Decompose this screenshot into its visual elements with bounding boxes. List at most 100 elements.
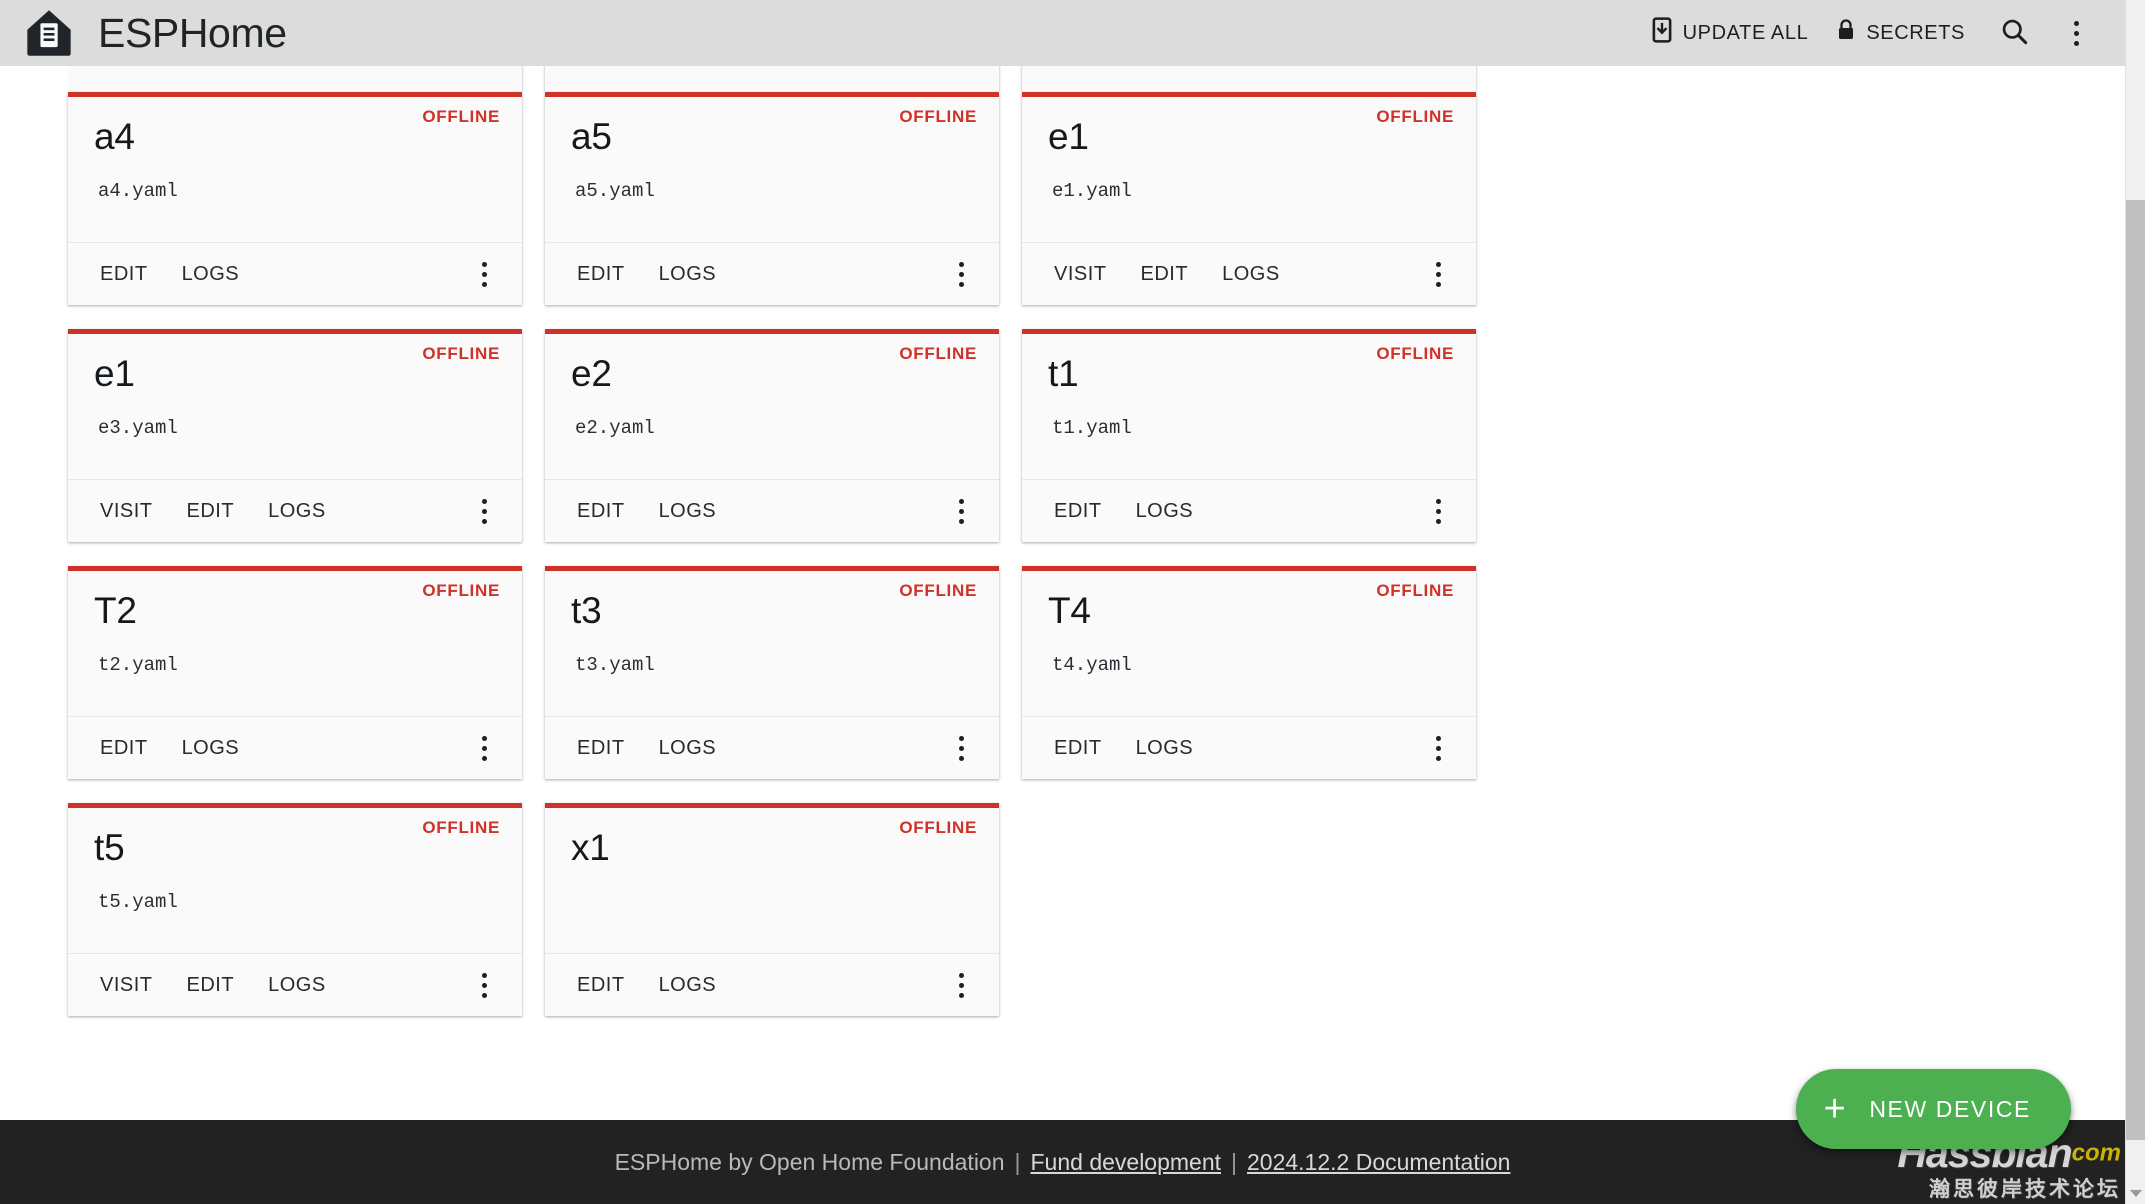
three-dots-vertical-icon (958, 498, 964, 524)
device-config-file: t3.yaml (575, 653, 655, 676)
device-card-body: OFFLINE a5 a5.yaml (545, 97, 999, 242)
device-config-file: t5.yaml (98, 890, 178, 913)
logs-button[interactable]: LOGS (1124, 729, 1206, 768)
device-overflow-menu-button[interactable] (941, 491, 981, 531)
device-card[interactable]: OFFLINE t1 t1.yaml EDIT LOGS (1022, 329, 1476, 542)
update-all-button[interactable]: UPDATE ALL (1637, 9, 1823, 57)
logs-button[interactable]: LOGS (170, 729, 252, 768)
visit-button[interactable]: VISIT (1042, 255, 1119, 294)
device-overflow-menu-button[interactable] (1418, 254, 1458, 294)
status-badge: OFFLINE (899, 581, 977, 600)
device-card[interactable]: OFFLINE e2 e2.yaml EDIT LOGS (545, 329, 999, 542)
footer-text: ESPHome by Open Home Foundation (614, 1148, 1005, 1175)
device-config-file: t1.yaml (1052, 416, 1132, 439)
logs-button[interactable]: LOGS (647, 255, 729, 294)
device-card[interactable]: OFFLINE T4 t4.yaml EDIT LOGS (1022, 566, 1476, 779)
status-badge: OFFLINE (422, 107, 500, 126)
edit-button[interactable]: EDIT (88, 255, 160, 294)
edit-button[interactable]: EDIT (565, 729, 637, 768)
edit-button[interactable]: EDIT (1129, 255, 1201, 294)
device-overflow-menu-button[interactable] (464, 491, 504, 531)
logs-button[interactable]: LOGS (1124, 492, 1206, 531)
device-card[interactable]: OFFLINE a4 a4.yaml EDIT LOGS (68, 92, 522, 305)
device-overflow-menu-button[interactable] (941, 728, 981, 768)
logs-button[interactable]: LOGS (647, 729, 729, 768)
device-overflow-menu-button[interactable] (1418, 491, 1458, 531)
device-card[interactable] (68, 66, 522, 92)
search-button[interactable] (1987, 6, 2041, 60)
device-overflow-menu-button[interactable] (1418, 728, 1458, 768)
fund-development-link[interactable]: Fund development (1031, 1149, 1222, 1176)
device-card-body: OFFLINE t3 t3.yaml (545, 571, 999, 716)
footer-separator-2: | (1231, 1148, 1237, 1175)
documentation-link[interactable]: 2024.12.2 Documentation (1247, 1149, 1510, 1176)
clipped-card-row (68, 66, 2057, 92)
device-card[interactable] (1022, 66, 1476, 92)
scrollbar-down-arrow-icon[interactable] (2126, 1182, 2145, 1204)
secrets-label: SECRETS (1866, 21, 1965, 44)
device-card-actions: EDIT LOGS (545, 242, 999, 305)
plus-icon: + (1823, 1088, 1848, 1130)
device-card[interactable]: OFFLINE t3 t3.yaml EDIT LOGS (545, 566, 999, 779)
logs-button[interactable]: LOGS (1210, 255, 1292, 294)
device-overflow-menu-button[interactable] (941, 965, 981, 1005)
device-overflow-menu-button[interactable] (464, 728, 504, 768)
device-card-body: OFFLINE e1 e1.yaml (1022, 97, 1476, 242)
device-card-actions: EDIT LOGS (545, 479, 999, 542)
esphome-dashboard: ESPHome UPDATE ALL SECRETS OFFLINE a4 a4… (0, 0, 2145, 1204)
status-badge: OFFLINE (899, 344, 977, 363)
device-config-file: e3.yaml (98, 416, 178, 439)
logs-button[interactable]: LOGS (647, 492, 729, 531)
edit-button[interactable]: EDIT (88, 729, 160, 768)
edit-button[interactable]: EDIT (565, 255, 637, 294)
device-overflow-menu-button[interactable] (941, 254, 981, 294)
scrollbar-thumb[interactable] (2126, 200, 2145, 1140)
device-card-actions: EDIT LOGS (68, 242, 522, 305)
header-overflow-menu-button[interactable] (2049, 6, 2103, 60)
three-dots-vertical-icon (481, 735, 487, 761)
device-grid-wrapper: OFFLINE a4 a4.yaml EDIT LOGS OFFLINE a5 a5.yaml… (0, 66, 2125, 1016)
edit-button[interactable]: EDIT (175, 966, 247, 1005)
device-card-body: OFFLINE a4 a4.yaml (68, 97, 522, 242)
device-card[interactable] (545, 66, 999, 92)
three-dots-vertical-icon (1435, 261, 1441, 287)
visit-button[interactable]: VISIT (88, 492, 165, 531)
device-config-file: e2.yaml (575, 416, 655, 439)
esphome-home-logo-icon (22, 6, 76, 60)
vertical-scrollbar[interactable] (2125, 0, 2145, 1204)
device-card-body: OFFLINE t1 t1.yaml (1022, 334, 1476, 479)
device-card-body: OFFLINE x1 (545, 808, 999, 953)
edit-button[interactable]: EDIT (175, 492, 247, 531)
edit-button[interactable]: EDIT (1042, 729, 1114, 768)
logs-button[interactable]: LOGS (256, 966, 338, 1005)
device-grid-scroll-area[interactable]: OFFLINE a4 a4.yaml EDIT LOGS OFFLINE a5 a5.yaml… (0, 66, 2125, 1204)
device-overflow-menu-button[interactable] (464, 254, 504, 294)
three-dots-vertical-icon (1435, 498, 1441, 524)
new-device-button[interactable]: + NEW DEVICE (1795, 1069, 2071, 1149)
device-card[interactable]: OFFLINE e1 e1.yaml VISIT EDIT LOGS (1022, 92, 1476, 305)
device-card-actions: VISIT EDIT LOGS (68, 953, 522, 1016)
visit-button[interactable]: VISIT (88, 966, 165, 1005)
device-card[interactable]: OFFLINE e1 e3.yaml VISIT EDIT LOGS (68, 329, 522, 542)
brand: ESPHome (0, 6, 287, 60)
secrets-button[interactable]: SECRETS (1822, 10, 1979, 56)
device-card-actions: VISIT EDIT LOGS (68, 479, 522, 542)
device-card[interactable]: OFFLINE a5 a5.yaml EDIT LOGS (545, 92, 999, 305)
status-badge: OFFLINE (1376, 344, 1454, 363)
device-card-body: OFFLINE T4 t4.yaml (1022, 571, 1476, 716)
device-card[interactable]: OFFLINE x1 EDIT LOGS (545, 803, 999, 1016)
logs-button[interactable]: LOGS (647, 966, 729, 1005)
device-grid: OFFLINE a4 a4.yaml EDIT LOGS OFFLINE a5 a5.yaml… (68, 92, 2057, 1016)
status-badge: OFFLINE (422, 818, 500, 837)
logs-button[interactable]: LOGS (170, 255, 252, 294)
three-dots-vertical-icon (1435, 735, 1441, 761)
device-config-file: e1.yaml (1052, 179, 1132, 202)
device-card-body: OFFLINE e2 e2.yaml (545, 334, 999, 479)
edit-button[interactable]: EDIT (565, 966, 637, 1005)
device-overflow-menu-button[interactable] (464, 965, 504, 1005)
device-card[interactable]: OFFLINE t5 t5.yaml VISIT EDIT LOGS (68, 803, 522, 1016)
device-card[interactable]: OFFLINE T2 t2.yaml EDIT LOGS (68, 566, 522, 779)
edit-button[interactable]: EDIT (565, 492, 637, 531)
edit-button[interactable]: EDIT (1042, 492, 1114, 531)
logs-button[interactable]: LOGS (256, 492, 338, 531)
